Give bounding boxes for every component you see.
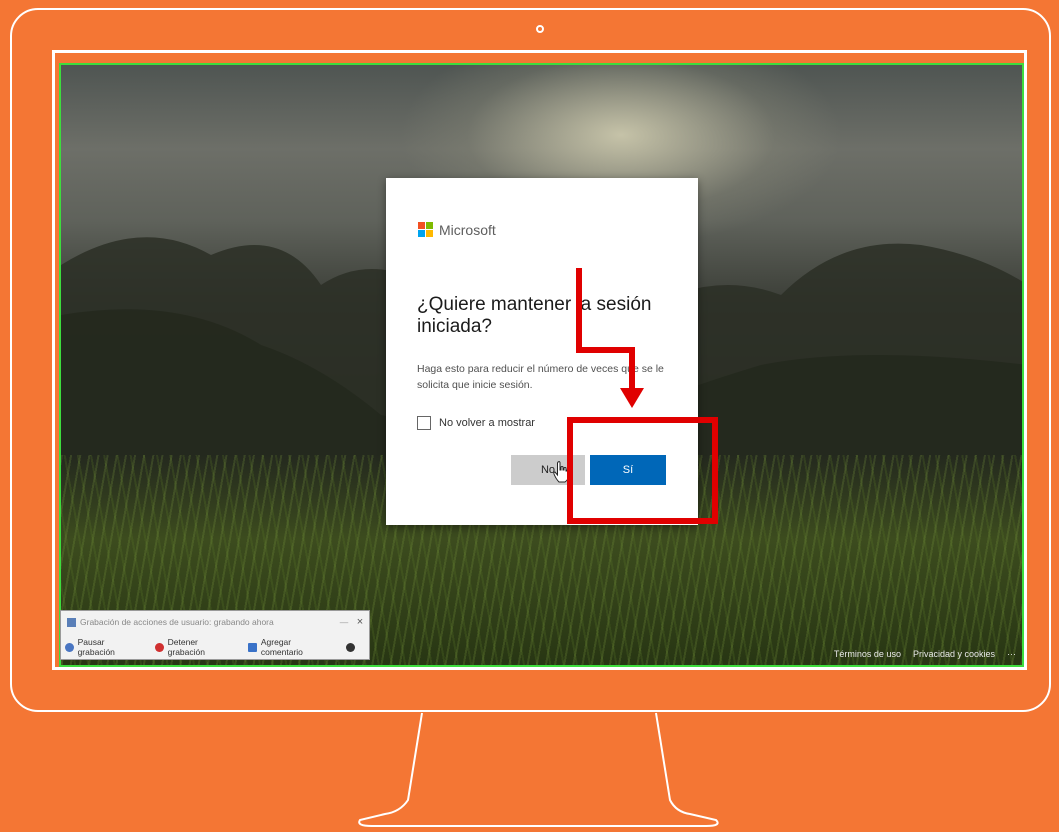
stop-recording-button[interactable]: Detener grabación: [151, 637, 234, 657]
close-icon[interactable]: ×: [351, 616, 369, 628]
comment-label: Agregar comentario: [260, 637, 303, 657]
stop-icon: [155, 642, 164, 652]
checkbox-label: No volver a mostrar: [439, 417, 535, 429]
yes-button[interactable]: Sí: [590, 455, 666, 485]
recorder-buttons: Pausar grabación Detener grabación Agreg…: [61, 637, 369, 657]
pause-recording-button[interactable]: Pausar grabación: [61, 637, 141, 657]
comment-icon: [248, 642, 257, 652]
stop-label: Detener grabación: [167, 637, 205, 657]
terms-link[interactable]: Términos de uso: [834, 649, 901, 659]
pause-label: Pausar grabación: [77, 637, 115, 657]
steps-recorder-toolbar: Grabación de acciones de usuario: graban…: [60, 610, 370, 660]
more-options-link[interactable]: ···: [1007, 649, 1016, 659]
minimize-icon[interactable]: —: [337, 617, 351, 627]
microsoft-logo-icon: [418, 222, 434, 238]
dont-show-again-row[interactable]: No volver a mostrar: [417, 416, 535, 430]
pause-icon: [65, 642, 74, 652]
help-icon: [346, 642, 356, 652]
recorder-title: Grabación de acciones de usuario: graban…: [80, 617, 274, 627]
brand-name: Microsoft: [439, 222, 496, 238]
add-comment-button[interactable]: Agregar comentario: [244, 637, 332, 657]
dialog-description: Haga esto para reducir el número de vece…: [417, 363, 664, 391]
camera-icon: [536, 25, 544, 33]
no-button[interactable]: No: [511, 455, 585, 485]
footer-links: Términos de uso Privacidad y cookies ···: [822, 649, 1016, 659]
help-button[interactable]: [342, 642, 359, 652]
recorder-app-icon: [67, 617, 76, 627]
recorder-title-bar: Grabación de acciones de usuario: graban…: [61, 611, 369, 633]
checkbox-icon[interactable]: [417, 416, 431, 430]
privacy-link[interactable]: Privacidad y cookies: [913, 649, 995, 659]
dialog-title: ¿Quiere mantener la sesión iniciada?: [417, 294, 652, 337]
keep-signed-in-dialog: Microsoft ¿Quiere mantener la sesión ini…: [386, 178, 698, 525]
hand-cursor-icon: [553, 461, 569, 483]
